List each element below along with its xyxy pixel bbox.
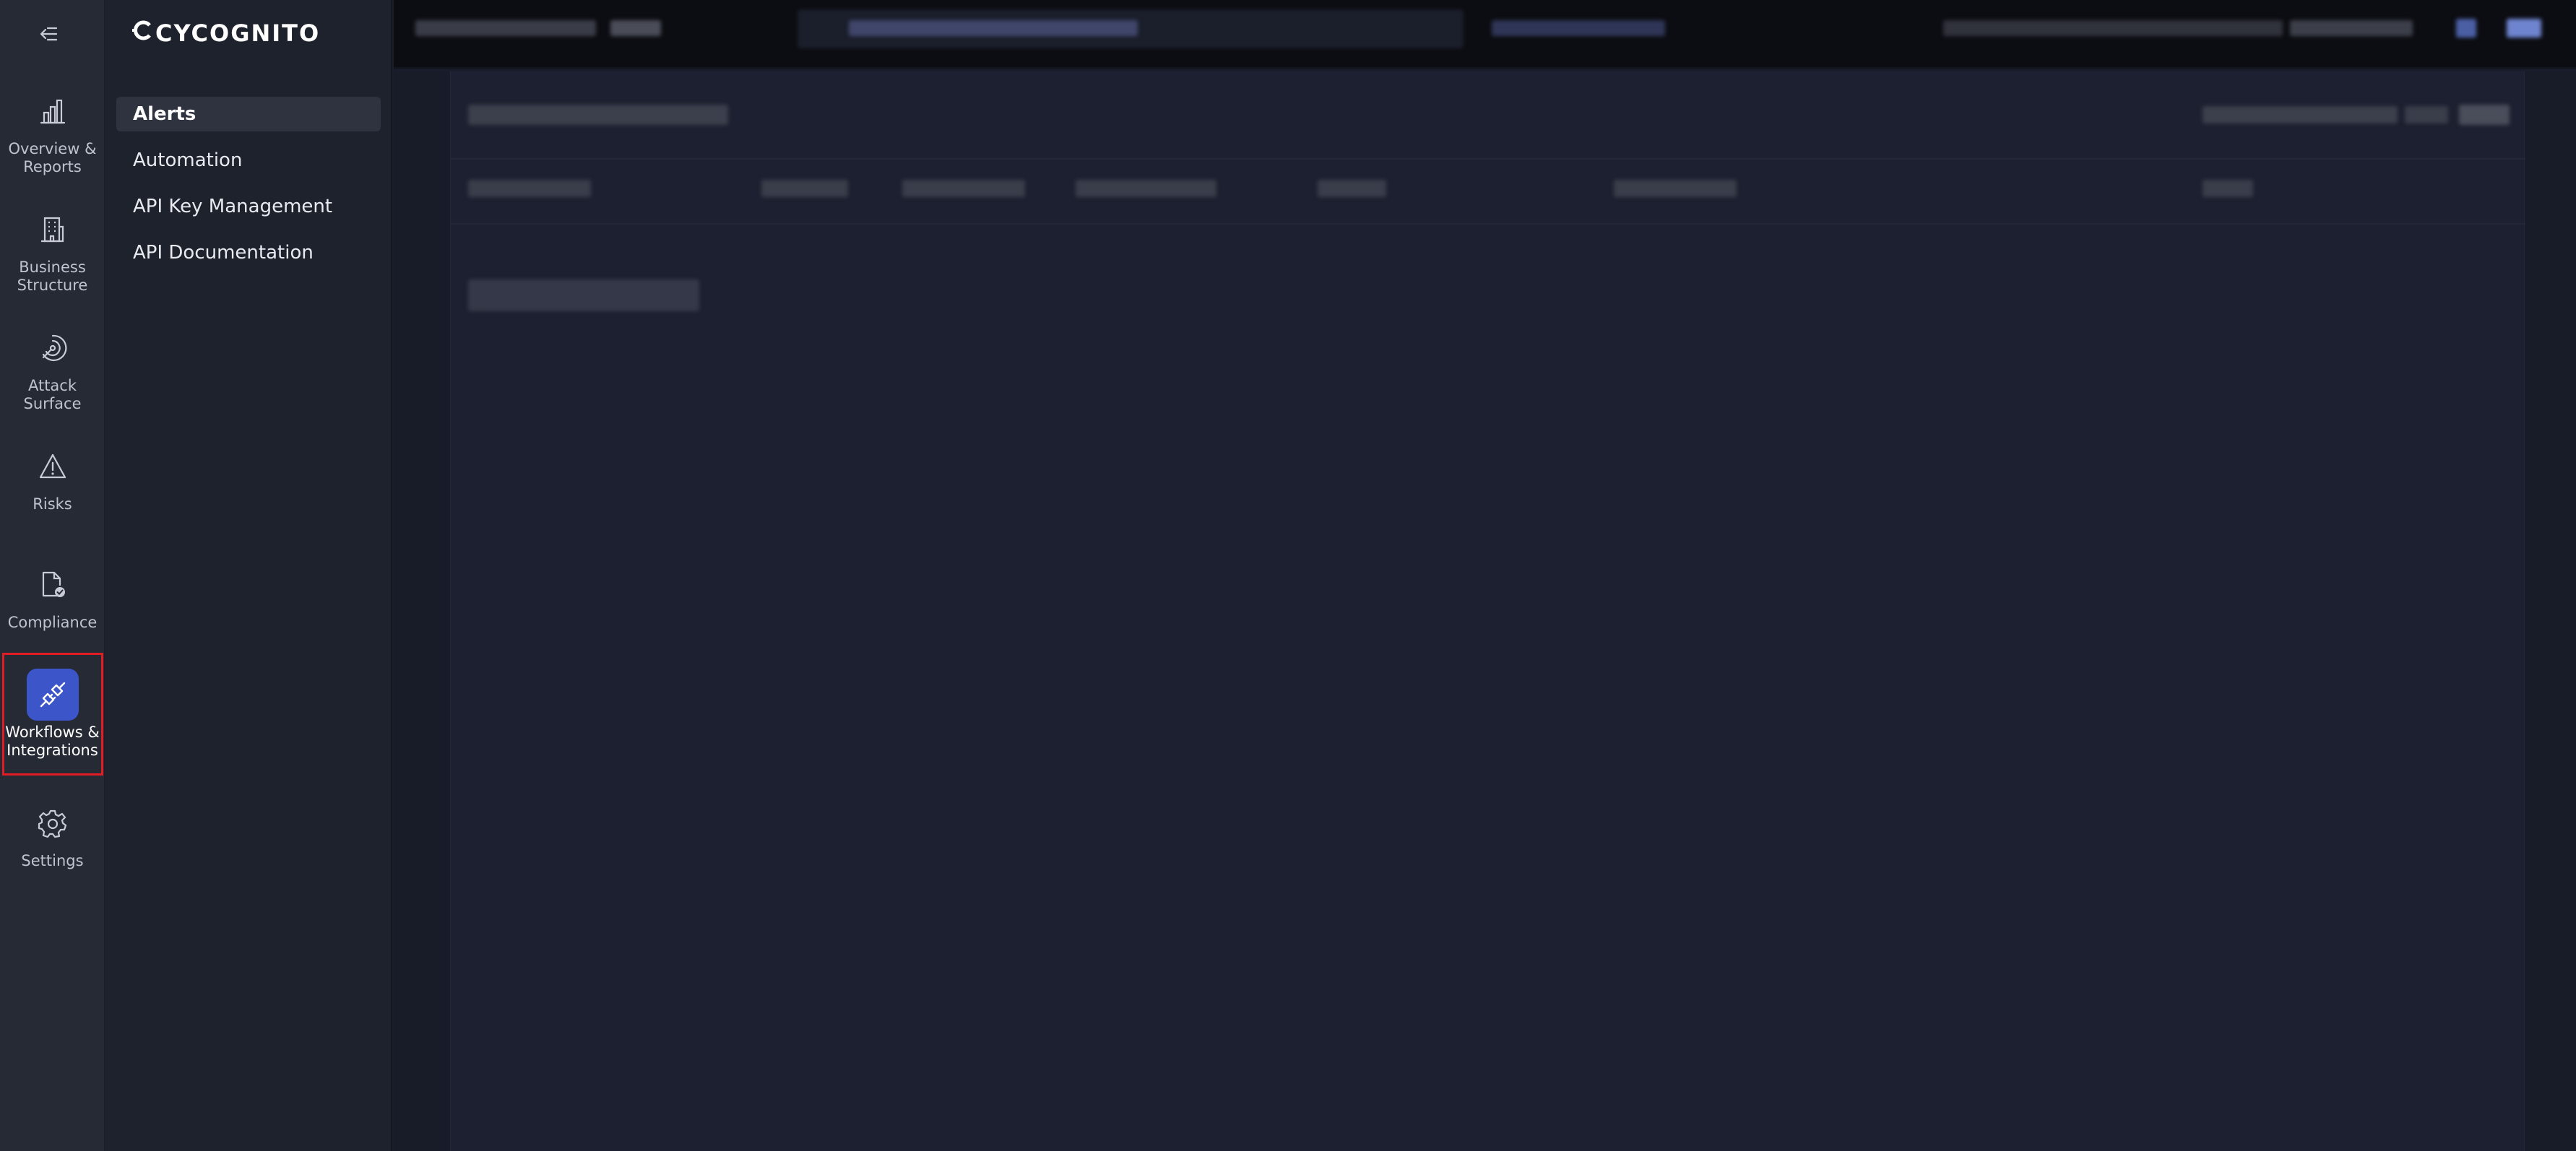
- redacted-column-header: [1076, 180, 1216, 197]
- redacted-column-header: [468, 180, 591, 197]
- redacted-column-header: [761, 180, 848, 197]
- rail-item-overview-reports[interactable]: Overview & Reports: [0, 85, 105, 176]
- rail-item-label: Attack Surface: [23, 377, 82, 412]
- redacted-column-header: [902, 180, 1025, 197]
- redacted-breadcrumb: [415, 20, 596, 36]
- redacted-user-menu[interactable]: [2507, 19, 2541, 38]
- gear-icon: [27, 797, 79, 849]
- redacted-top-link[interactable]: [1492, 20, 1665, 36]
- rail-item-compliance[interactable]: Compliance: [0, 559, 105, 632]
- rail-item-label: Overview & Reports: [8, 140, 97, 175]
- radar-icon: [27, 322, 79, 374]
- brand-name: CYCOGNITO: [155, 19, 321, 47]
- collapse-sidebar-button[interactable]: [32, 19, 65, 52]
- rail-item-label: Settings: [21, 852, 84, 869]
- rail-item-label: Compliance: [7, 614, 98, 631]
- menu-item-alerts[interactable]: Alerts: [116, 97, 381, 131]
- panel-header: [451, 71, 2525, 160]
- redacted-panel-title: [468, 105, 728, 125]
- alerts-panel: [450, 71, 2525, 1151]
- redacted-top-info: [1943, 20, 2283, 36]
- rail-item-label: Business Structure: [17, 259, 88, 294]
- redacted-search-text: [849, 20, 1138, 36]
- rail-item-label: Risks: [33, 495, 72, 513]
- icon-rail: Overview & Reports Business Structure At…: [0, 0, 105, 1151]
- redacted-panel-actions[interactable]: [2203, 106, 2398, 123]
- redacted-breadcrumb: [610, 20, 661, 36]
- bar-chart-icon: [27, 85, 79, 137]
- annotation-highlight-box: [2, 653, 103, 776]
- redacted-column-header: [1614, 180, 1737, 197]
- menu-item-api-key-management[interactable]: API Key Management: [116, 189, 381, 224]
- menu-item-automation[interactable]: Automation: [116, 143, 381, 178]
- rail-item-risks[interactable]: Risks: [0, 440, 105, 513]
- building-icon: [27, 204, 79, 256]
- main-content: [394, 71, 2576, 1151]
- redacted-user-avatar[interactable]: [2456, 19, 2476, 38]
- redacted-panel-button[interactable]: [2459, 105, 2510, 125]
- rail-item-settings[interactable]: Settings: [0, 797, 105, 870]
- document-check-icon: [27, 559, 79, 611]
- rail-item-business-structure[interactable]: Business Structure: [0, 204, 105, 295]
- rail-item-attack-surface[interactable]: Attack Surface: [0, 322, 105, 413]
- redacted-column-header: [1318, 180, 1386, 197]
- panel-table-header: [451, 161, 2525, 225]
- cycognito-logo-icon: [132, 19, 154, 47]
- menu-item-api-documentation[interactable]: API Documentation: [116, 235, 381, 270]
- secondary-menu: CYCOGNITO Alerts Automation API Key Mana…: [105, 0, 392, 1151]
- top-bar: [394, 0, 2576, 69]
- redacted-top-info: [2290, 20, 2413, 36]
- arrow-left-icon: [39, 26, 58, 45]
- redacted-empty-state: [468, 279, 699, 311]
- redacted-column-header: [2203, 180, 2253, 197]
- warning-triangle-icon: [27, 440, 79, 492]
- brand-logo[interactable]: CYCOGNITO: [132, 19, 320, 48]
- redacted-panel-actions[interactable]: [2405, 106, 2448, 123]
